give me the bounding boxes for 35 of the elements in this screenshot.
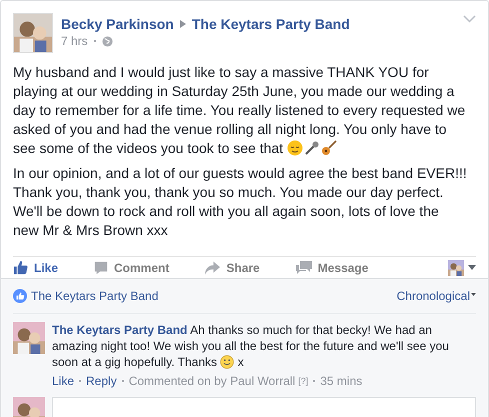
guitar-icon [320, 140, 337, 156]
chevron-down-icon[interactable] [463, 15, 476, 23]
separator-dot [94, 40, 96, 42]
separator-dot [79, 380, 82, 382]
smiley-icon [220, 355, 234, 369]
relieved-face-icon [286, 140, 303, 156]
caret-down-icon [468, 265, 476, 270]
message-button[interactable]: Message [296, 260, 368, 274]
post-time[interactable]: 7 hrs [61, 34, 88, 48]
commented-by-text: Commented on by Paul Worrall [128, 373, 296, 389]
speech-bubble-icon [94, 260, 108, 274]
like-button[interactable]: Like [13, 260, 58, 275]
caret-right-icon [180, 20, 186, 28]
page-link[interactable]: The Keytars Party Band [192, 16, 350, 32]
post-paragraph: In our opinion, and a lot of our guests would agree the best band EVER!!! Thank you, thank you, thank you so much. You made our day perfect. We'll be down to rock and roll with you all again soon, lots of love the new Mr & Mrs Brown xxx [13, 164, 468, 240]
author-link[interactable]: Becky Parkinson [61, 16, 174, 32]
thumbs-up-icon [13, 289, 27, 303]
microphone-icon [304, 140, 320, 156]
caret-down-icon [471, 293, 476, 296]
share-button[interactable]: Share [205, 260, 260, 274]
comment-action-link[interactable]: Like [52, 373, 74, 389]
sort-dropdown[interactable]: Chronological [396, 289, 476, 303]
comment-time[interactable]: 35 mins [320, 373, 362, 389]
separator-dot [122, 380, 124, 382]
comment-text: The Keytars Party Band Ah thanks so much for that becky! We had an amazing night too! We wish you all the best for the future and we'll see you soon at a gig hopefully. Thanks x [52, 322, 450, 370]
page-like-link[interactable]: The Keytars Party Band [31, 289, 158, 303]
separator-dot [313, 380, 316, 382]
share-arrow-icon [205, 260, 220, 274]
comment-action-link[interactable]: Reply [86, 373, 117, 389]
chat-bubbles-icon [296, 261, 312, 274]
help-link[interactable]: [?] [298, 373, 308, 389]
post-paragraph: My husband and I would just like to say a massive THANK YOU for playing at our wedding in Saturday 25th June, you made our wedding a day to remember for a life time. You really listened to every requested we asked of you and had the venue rolling all night long. You only have to see some of the videos you took to see that [13, 63, 466, 158]
post-as-selector[interactable] [448, 260, 476, 276]
thumbs-up-icon [13, 260, 28, 275]
comment-button[interactable]: Comment [94, 260, 170, 274]
